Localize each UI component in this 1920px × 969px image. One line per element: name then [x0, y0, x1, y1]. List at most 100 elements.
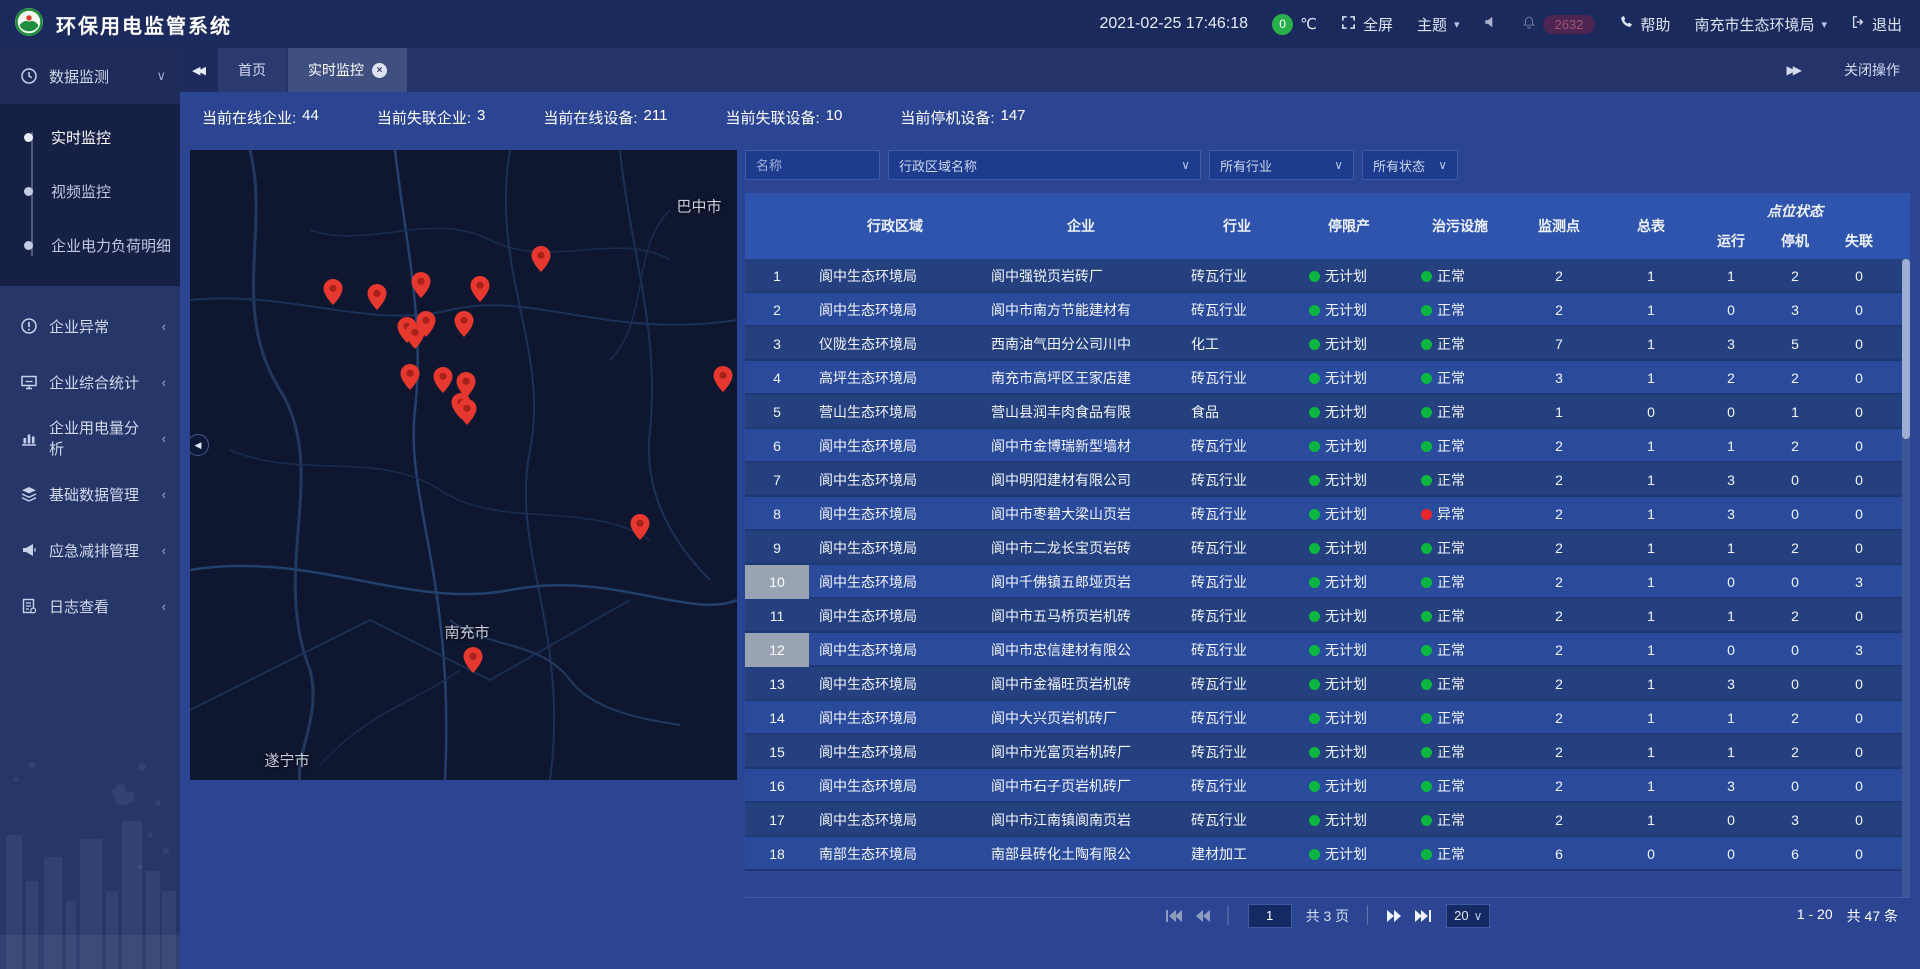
map-panel[interactable]: ◀ 巴中市南充市遂宁市	[190, 150, 737, 780]
map-pin[interactable]	[417, 311, 436, 337]
table-row[interactable]: 11阆中生态环境局阆中市五马桥页岩机砖砖瓦行业无计划正常21120	[745, 599, 1910, 633]
help-button[interactable]: 帮助	[1619, 14, 1670, 35]
record-range-info: 1 - 20 共 47 条	[1797, 906, 1898, 926]
table-row[interactable]: 9阆中生态环境局阆中市二龙长宝页岩砖砖瓦行业无计划正常21120	[745, 531, 1910, 565]
sidebar-subitem-power-load-detail[interactable]: 企业电力负荷明细	[0, 218, 180, 272]
tabs-scroll-left-button[interactable]: ◀◀	[180, 48, 218, 92]
page-size-select[interactable]: 20 ∨	[1446, 904, 1490, 928]
table-row[interactable]: 7阆中生态环境局阆中明阳建材有限公司砖瓦行业无计划正常21300	[745, 463, 1910, 497]
map-pin[interactable]	[455, 311, 474, 337]
sidebar-item-emergency-reduction[interactable]: 应急减排管理‹	[0, 522, 180, 578]
cell-company: 阆中市南方节能建材有	[981, 300, 1181, 320]
cell-treatment-status: 异常	[1405, 504, 1515, 524]
status-dot-icon	[1309, 713, 1320, 724]
logout-button[interactable]: 退出	[1851, 14, 1902, 35]
next-page-button[interactable]	[1387, 910, 1401, 922]
map-pin[interactable]	[401, 364, 420, 390]
notifications-button[interactable]: 2632	[1522, 15, 1596, 34]
close-operations-button[interactable]: 关闭操作	[1844, 60, 1900, 80]
fullscreen-button[interactable]: 全屏	[1341, 14, 1393, 35]
close-tab-icon[interactable]: ×	[372, 63, 387, 78]
cell-lost-count: 0	[1827, 540, 1891, 556]
table-row[interactable]: 17阆中生态环境局阆中市江南镇阆南页岩砖瓦行业无计划正常21030	[745, 803, 1910, 837]
map-pin[interactable]	[714, 366, 733, 392]
cell-lost-count: 0	[1827, 438, 1891, 454]
submenu-item-label: 视频监控	[51, 181, 111, 202]
stat-online-enterprises: 当前在线企业:44	[202, 107, 319, 128]
cell-monitor-count: 2	[1515, 302, 1603, 318]
sidebar-item-enterprise-abnormal[interactable]: 企业异常‹	[0, 298, 180, 354]
status-dot-icon	[1309, 441, 1320, 452]
stat-lost-enterprises: 当前失联企业:3	[377, 107, 486, 128]
map-pin[interactable]	[471, 276, 490, 302]
sidebar-item-log-view[interactable]: 日志查看‹	[0, 578, 180, 634]
fullscreen-icon	[1341, 15, 1356, 34]
status-select[interactable]: 所有状态 ∨	[1362, 150, 1458, 180]
scrollbar-thumb[interactable]	[1902, 259, 1910, 439]
table-row[interactable]: 12阆中生态环境局阆中市忠信建材有限公砖瓦行业无计划正常21003	[745, 633, 1910, 667]
status-dot-icon	[1421, 645, 1432, 656]
table-row[interactable]: 15阆中生态环境局阆中市光富页岩机砖厂砖瓦行业无计划正常21120	[745, 735, 1910, 769]
sidebar-item-enterprise-statistics[interactable]: 企业综合统计‹	[0, 354, 180, 410]
col-header-limit: 停限产	[1293, 193, 1405, 259]
sidebar-item-data-monitoring[interactable]: 数据监测∨	[0, 48, 180, 104]
map-pin[interactable]	[434, 367, 453, 393]
table-row[interactable]: 18南部生态环境局南部县砖化土陶有限公建材加工无计划正常60060	[745, 837, 1910, 871]
cell-run-count: 3	[1699, 778, 1763, 794]
status-dot-icon	[1421, 713, 1432, 724]
sidebar-subitem-video-monitor[interactable]: 视频监控	[0, 164, 180, 218]
cell-company: 阆中大兴页岩机砖厂	[981, 708, 1181, 728]
table-row[interactable]: 5营山生态环境局营山县润丰肉食品有限食品无计划正常10010	[745, 395, 1910, 429]
table-row[interactable]: 8阆中生态环境局阆中市枣碧大梁山页岩砖瓦行业无计划异常21300	[745, 497, 1910, 531]
map-city-label: 遂宁市	[264, 750, 309, 771]
page-number-input[interactable]	[1248, 904, 1292, 928]
industry-select[interactable]: 所有行业 ∨	[1209, 150, 1354, 180]
table-scrollbar[interactable]	[1902, 259, 1910, 897]
cell-monitor-count: 2	[1515, 574, 1603, 590]
map-pin[interactable]	[324, 279, 343, 305]
table-row[interactable]: 6阆中生态环境局阆中市金博瑞新型墙材砖瓦行业无计划正常21120	[745, 429, 1910, 463]
org-dropdown[interactable]: 南充市生态环境局 ▾	[1694, 14, 1827, 35]
table-row[interactable]: 2阆中生态环境局阆中市南方节能建材有砖瓦行业无计划正常21030	[745, 293, 1910, 327]
prev-page-button[interactable]	[1196, 910, 1210, 922]
chevron-left-icon: ‹	[162, 599, 166, 614]
last-page-button[interactable]	[1415, 910, 1432, 922]
region-select[interactable]: 行政区域名称 ∨	[888, 150, 1201, 180]
status-label: 无计划	[1325, 436, 1367, 456]
table-row[interactable]: 4高坪生态环境局南充市高坪区王家店建砖瓦行业无计划正常31220	[745, 361, 1910, 395]
col-header-monitor: 监测点	[1515, 193, 1603, 259]
map-pin[interactable]	[368, 284, 387, 310]
sidebar-subitem-realtime-monitor[interactable]: 实时监控	[0, 110, 180, 164]
sidebar-item-base-data[interactable]: 基础数据管理‹	[0, 466, 180, 522]
cell-monitor-count: 2	[1515, 744, 1603, 760]
table-row[interactable]: 1阆中生态环境局阆中强锐页岩砖厂砖瓦行业无计划正常21120	[745, 259, 1910, 293]
map-pin[interactable]	[412, 272, 431, 298]
table-row[interactable]: 13阆中生态环境局阆中市金福旺页岩机砖砖瓦行业无计划正常21300	[745, 667, 1910, 701]
first-page-button[interactable]	[1165, 910, 1182, 922]
col-header-region: 行政区域	[809, 193, 981, 259]
mute-button[interactable]	[1484, 15, 1498, 33]
cell-seq: 8	[745, 497, 809, 531]
tab-home[interactable]: 首页	[218, 48, 286, 92]
sidebar-item-power-analysis[interactable]: 企业用电量分析‹	[0, 410, 180, 466]
map-pin[interactable]	[532, 246, 551, 272]
tabs-scroll-right-button[interactable]: ▶▶	[1787, 63, 1802, 77]
cell-company: 西南油气田分公司川中	[981, 334, 1181, 354]
col-header-treatment: 治污设施	[1405, 193, 1515, 259]
name-search-input[interactable]	[745, 150, 880, 180]
map-pin[interactable]	[631, 514, 650, 540]
map-pin[interactable]	[464, 647, 483, 673]
submenu-item-label: 实时监控	[51, 127, 111, 148]
col-header-stopped: 停机	[1763, 223, 1827, 259]
cell-stop-count: 6	[1763, 846, 1827, 862]
table-row[interactable]: 10阆中生态环境局阆中千佛镇五郎垭页岩砖瓦行业无计划正常21003	[745, 565, 1910, 599]
table-row[interactable]: 14阆中生态环境局阆中大兴页岩机砖厂砖瓦行业无计划正常21120	[745, 701, 1910, 735]
tab-realtime-monitor[interactable]: 实时监控 ×	[288, 48, 407, 92]
map-pin[interactable]	[458, 399, 477, 425]
table-row[interactable]: 16阆中生态环境局阆中市石子页岩机砖厂砖瓦行业无计划正常21300	[745, 769, 1910, 803]
fullscreen-label: 全屏	[1363, 14, 1393, 35]
theme-dropdown[interactable]: 主题 ▾	[1417, 14, 1460, 35]
col-header-lost: 失联	[1827, 223, 1891, 259]
cell-monitor-count: 2	[1515, 710, 1603, 726]
table-row[interactable]: 3仪陇生态环境局西南油气田分公司川中化工无计划正常71350	[745, 327, 1910, 361]
